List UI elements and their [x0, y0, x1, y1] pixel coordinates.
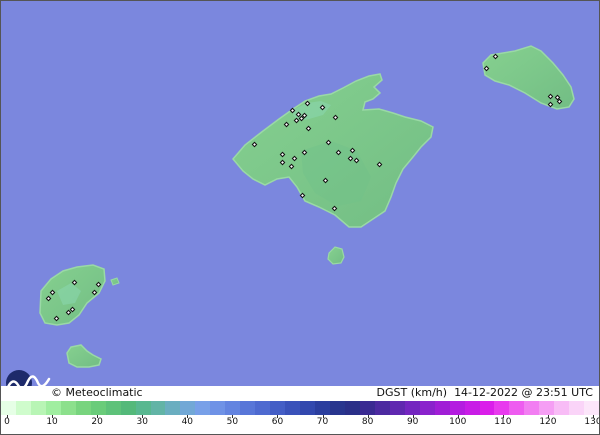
scale-tick-label: 70 — [316, 417, 329, 427]
scale-swatch — [15, 401, 31, 415]
scale-swatch — [255, 401, 271, 415]
scale-swatch — [584, 401, 599, 415]
scale-tick-label: 80 — [361, 417, 374, 427]
scale-swatch — [539, 401, 555, 415]
scale-swatch — [300, 401, 316, 415]
formentera-island — [66, 344, 102, 368]
scale-swatch — [419, 401, 435, 415]
map-frame: © Meteoclimatic DGST (km/h) 14-12-2022 @… — [0, 0, 600, 435]
scale-swatch — [105, 401, 121, 415]
scale-tick-label: 100 — [449, 417, 467, 427]
scale-swatch — [135, 401, 151, 415]
scale-swatch — [434, 401, 450, 415]
scale-swatch — [75, 401, 91, 415]
scale-swatch — [494, 401, 510, 415]
scale-tick-label: 30 — [136, 417, 148, 427]
ibiza-islet — [110, 277, 120, 286]
scale-swatch — [374, 401, 390, 415]
scale-swatch — [270, 401, 286, 415]
product-timestamp: DGST (km/h) 14-12-2022 @ 23:51 UTC — [376, 386, 593, 399]
scale-swatch — [150, 401, 166, 415]
scale-swatch — [195, 401, 211, 415]
info-bar: © Meteoclimatic DGST (km/h) 14-12-2022 @… — [1, 386, 599, 400]
scale-swatch — [240, 401, 256, 415]
scale-tick-labels: 0 10 20 30 40 50 60 70 80 90 100 110 120 130 — [1, 415, 599, 434]
scale-swatch — [45, 401, 61, 415]
scale-tick-label: 10 — [46, 417, 58, 427]
scale-tick-label: 60 — [271, 417, 284, 427]
scale-swatch — [464, 401, 480, 415]
scale-swatch — [569, 401, 585, 415]
scale-swatch — [1, 401, 16, 415]
scale-swatch — [389, 401, 405, 415]
scale-swatch — [524, 401, 540, 415]
scale-swatch — [30, 401, 46, 415]
scale-tick-label: 20 — [91, 417, 103, 427]
scale-swatch — [344, 401, 360, 415]
scale-tick-label: 110 — [494, 417, 512, 427]
scale-swatch — [554, 401, 570, 415]
scale-swatch — [315, 401, 330, 415]
scale-tick-label: 40 — [181, 417, 194, 427]
cabrera-island — [327, 246, 345, 265]
scale-swatch — [120, 401, 136, 415]
brand-label[interactable]: © Meteoclimatic — [51, 386, 143, 400]
scale-swatch — [180, 401, 196, 415]
scale-swatch — [210, 401, 226, 415]
scale-tick-label: 120 — [539, 417, 557, 427]
scale-swatch — [60, 401, 76, 415]
scale-swatch — [404, 401, 420, 415]
scale-swatch — [285, 401, 301, 415]
map-area[interactable] — [1, 1, 599, 386]
scale-swatch — [479, 401, 495, 415]
scale-swatch — [509, 401, 525, 415]
wind-gust-color-scale — [1, 401, 599, 415]
scale-swatch — [90, 401, 106, 415]
scale-tick-label: 50 — [226, 417, 239, 427]
scale-swatch — [359, 401, 375, 415]
scale-swatch — [449, 401, 465, 415]
scale-swatch — [225, 401, 241, 415]
scale-tick-label: 130 — [584, 417, 600, 427]
scale-swatch — [329, 401, 345, 415]
scale-tick-label: 0 — [4, 417, 10, 427]
islands-map — [39, 45, 575, 368]
scale-tick-label: 90 — [406, 417, 419, 427]
scale-swatch — [165, 401, 181, 415]
